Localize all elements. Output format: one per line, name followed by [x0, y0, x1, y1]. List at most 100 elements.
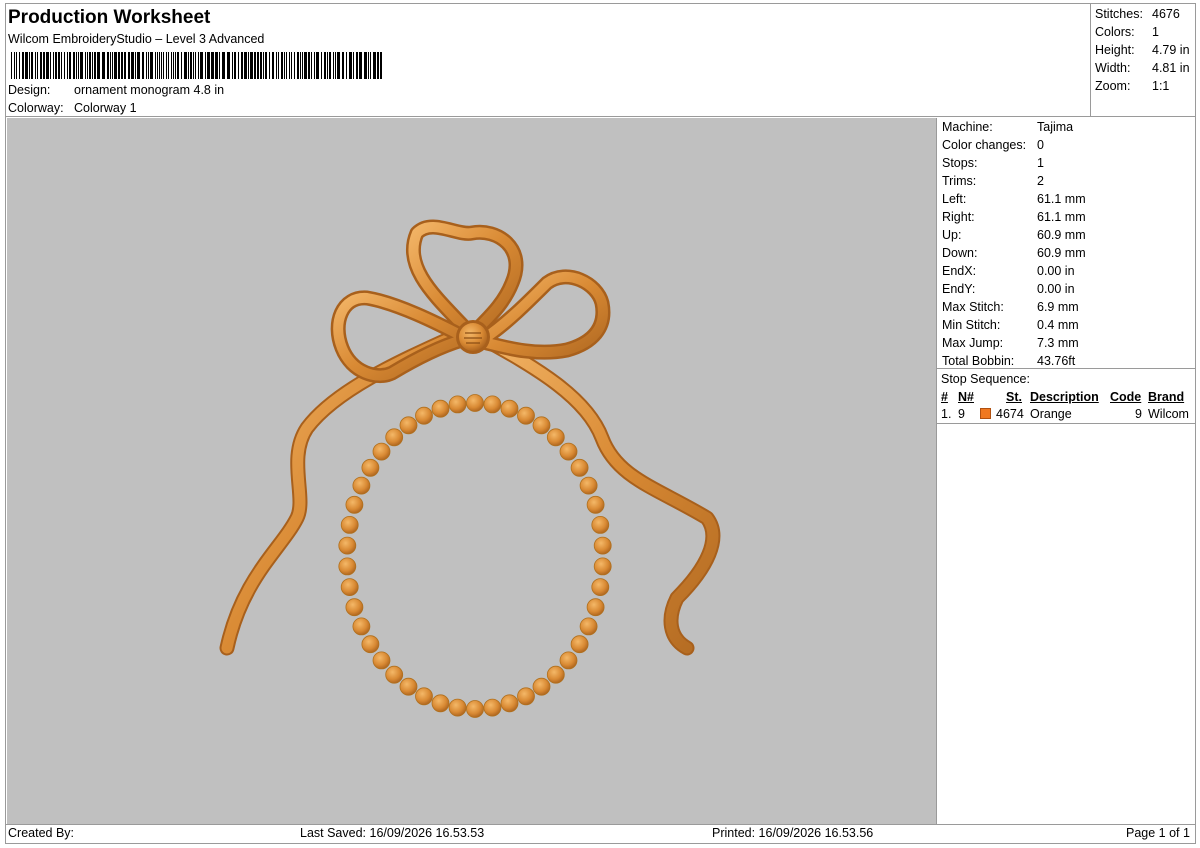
last-saved: Last Saved: 16/09/2026 16.53.53 [300, 826, 485, 840]
bead [399, 416, 418, 435]
stop-sequence-title: Stop Sequence: [941, 372, 1030, 386]
bead [340, 578, 359, 597]
zoom-label: Zoom: [1095, 79, 1131, 93]
machine-info-label: Color changes: [942, 138, 1027, 152]
colors-label: Colors: [1095, 25, 1135, 39]
machine-info-value: 1 [1037, 156, 1044, 170]
bead [586, 598, 605, 617]
bead [385, 428, 404, 447]
machine-info-value: 43.76ft [1037, 354, 1076, 368]
bow-knot [456, 320, 490, 354]
stitches-label: Stitches: [1095, 7, 1143, 21]
design-row: Design: ornament monogram 4.8 in [8, 83, 224, 97]
bead [361, 635, 380, 654]
bead [448, 395, 467, 414]
design-value: ornament monogram 4.8 in [74, 83, 225, 97]
bead [546, 665, 565, 684]
col-header-st: St. [1006, 390, 1022, 404]
bead [399, 677, 418, 696]
machine-info-value: 7.3 mm [1037, 336, 1079, 350]
bead [483, 395, 502, 414]
bead [591, 515, 610, 534]
machine-info-panel: Machine: Tajima Color changes: 0 Stops: 1 Trim… [936, 118, 1196, 824]
bead [466, 394, 484, 412]
machine-info-value: 0 [1037, 138, 1044, 152]
machine-info-label: Machine: [942, 120, 993, 134]
bead [372, 651, 391, 670]
machine-info-value: 60.9 mm [1037, 228, 1086, 242]
bead [546, 428, 565, 447]
width-value: 4.81 in [1152, 61, 1190, 75]
col-header-num: # [941, 390, 948, 404]
bead [570, 635, 589, 654]
stop-row-n: 9 [958, 407, 965, 421]
bead [591, 578, 610, 597]
machine-info-label: Min Stitch: [942, 318, 1001, 332]
stop-row-brand: Wilcom [1148, 407, 1189, 421]
colorway-row: Colorway: Colorway 1 [8, 101, 137, 115]
bead [559, 442, 578, 461]
machine-info-value: Tajima [1037, 120, 1074, 134]
bead [448, 698, 467, 717]
bead [466, 700, 484, 718]
bead [483, 698, 502, 717]
stop-row-code: 9 [1135, 407, 1142, 421]
summary-panel: Stitches: 4676 Colors: 1 Height: 4.79 in… [1091, 3, 1196, 117]
bead [586, 495, 605, 514]
bead [579, 617, 598, 636]
embroidery-design [219, 219, 721, 718]
worksheet-header: Production Worksheet Wilcom EmbroiderySt… [5, 3, 1091, 117]
stop-row-description: Orange [1030, 407, 1072, 421]
bead [532, 677, 551, 696]
bead [338, 557, 357, 576]
bead [361, 458, 380, 477]
machine-info-value: 6.9 mm [1037, 300, 1079, 314]
machine-info-value: 0.4 mm [1037, 318, 1079, 332]
bead [340, 515, 359, 534]
machine-info-label: Max Jump: [942, 336, 1004, 350]
bead [431, 694, 450, 713]
height-value: 4.79 in [1152, 43, 1190, 57]
stop-row-stitches: 4674 [996, 407, 1024, 421]
machine-info-value: 0.00 in [1037, 264, 1075, 278]
machine-info-label: Total Bobbin: [942, 354, 1015, 368]
thread-color-swatch [980, 408, 991, 419]
col-header-code: Code [1110, 390, 1142, 404]
bow-ribbon [219, 219, 721, 656]
bead [593, 536, 612, 555]
worksheet-footer [5, 824, 1196, 844]
bead [593, 557, 612, 576]
machine-info-label: Left: [942, 192, 967, 206]
bead [431, 399, 450, 418]
bead [345, 495, 364, 514]
machine-info-label: Up: [942, 228, 962, 242]
bead [532, 416, 551, 435]
bead [415, 687, 433, 706]
stop-row-num: 1. [941, 407, 952, 421]
col-header-brand: Brand [1148, 390, 1185, 404]
machine-info-label: Right: [942, 210, 975, 224]
bead [372, 442, 391, 461]
colorway-value: Colorway 1 [74, 101, 137, 115]
machine-info-label: Trims: [942, 174, 977, 188]
bead [559, 651, 578, 670]
machine-info-label: Stops: [942, 156, 978, 170]
created-by: Created By: [8, 826, 75, 840]
machine-info-value: 61.1 mm [1037, 210, 1086, 224]
divider [936, 368, 1196, 369]
worksheet-title: Production Worksheet [8, 7, 211, 28]
bead [415, 406, 433, 425]
machine-info-value: 2 [1037, 174, 1044, 188]
machine-info-label: Down: [942, 246, 978, 260]
machine-info-label: EndX: [942, 264, 977, 278]
page-number: Page 1 of 1 [1126, 826, 1190, 840]
bead [517, 406, 535, 425]
machine-info-label: Max Stitch: [942, 300, 1004, 314]
design-label: Design: [8, 83, 51, 97]
bead-ring [338, 394, 612, 718]
bead [500, 399, 519, 418]
machine-info-label: EndY: [942, 282, 976, 296]
colors-value: 1 [1152, 25, 1159, 39]
machine-info-value: 61.1 mm [1037, 192, 1086, 206]
machine-info-value: 60.9 mm [1037, 246, 1086, 260]
